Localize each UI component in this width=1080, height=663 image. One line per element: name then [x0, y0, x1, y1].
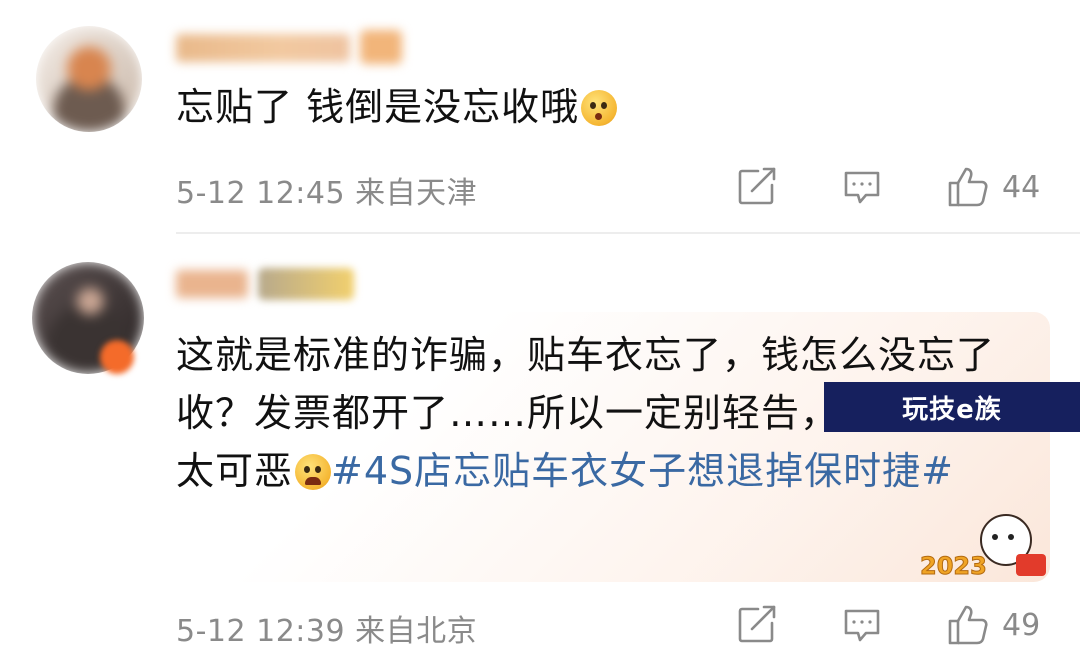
comment-sticker: 2023 [920, 514, 1050, 584]
like-button[interactable]: 44 [946, 163, 1040, 211]
repost-button[interactable] [734, 601, 778, 649]
user-badge-blurred [258, 268, 354, 300]
reply-button[interactable] [840, 601, 884, 649]
repost-button[interactable] [734, 163, 778, 211]
red-envelope-icon [1016, 554, 1046, 576]
timestamp: 5-12 12:45 [176, 176, 346, 211]
comment-actions: 44 [730, 163, 1060, 211]
avatar[interactable] [36, 26, 142, 132]
comment-text: 忘贴了 钱倒是没忘收哦 [176, 78, 618, 136]
repost-icon [738, 605, 776, 643]
repost-icon [738, 167, 776, 205]
comment-item: 忘贴了 钱倒是没忘收哦 5-12 12:45 来自天津 44 [0, 0, 1080, 232]
comment-text-content: 忘贴了 钱倒是没忘收哦 [176, 85, 580, 129]
sticker-year: 2023 [920, 552, 988, 581]
comment-item: 这就是标准的诈骗，贴车衣忘了，钱怎么没忘了收？发票都开了……所以一定别轻告，得重… [0, 234, 1080, 663]
timestamp: 5-12 12:39 [176, 614, 346, 649]
location: 来自北京 [355, 614, 478, 649]
watermark-logo: 玩技e族 [824, 382, 1080, 432]
location: 来自天津 [355, 176, 478, 211]
like-icon [948, 167, 988, 207]
vip-badge-icon [100, 340, 134, 374]
angry-face-emoji [295, 454, 332, 490]
comment-icon [844, 609, 880, 642]
comment-icon [844, 171, 880, 204]
username-blurred[interactable] [176, 34, 350, 62]
hashtag-link[interactable]: #4S店忘贴车衣女子想退掉保时捷# [331, 449, 954, 493]
comment-meta: 5-12 12:45 来自天津 [176, 168, 477, 212]
user-badge-blurred [360, 30, 402, 64]
like-button[interactable]: 49 [946, 601, 1040, 649]
like-count: 44 [1002, 169, 1041, 205]
surprised-face-emoji [581, 90, 618, 126]
like-count: 49 [1002, 607, 1041, 643]
username-blurred[interactable] [176, 270, 248, 298]
comment-actions: 49 [730, 601, 1060, 649]
reply-button[interactable] [840, 163, 884, 211]
comment-meta: 5-12 12:39 来自北京 [176, 606, 477, 650]
like-icon [948, 605, 988, 645]
